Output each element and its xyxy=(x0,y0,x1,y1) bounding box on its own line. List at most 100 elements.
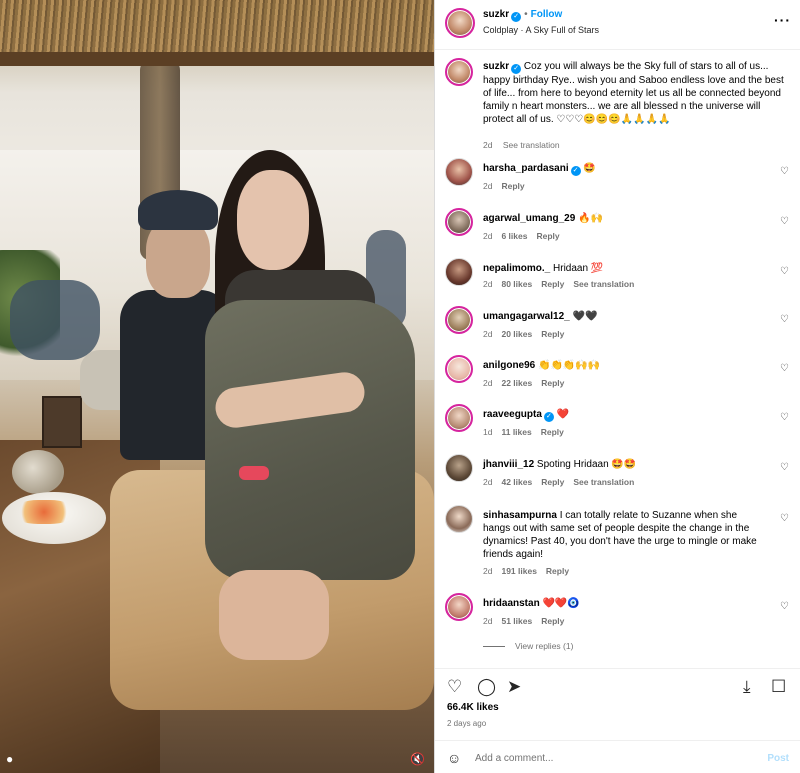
comment-time: 2d xyxy=(483,566,493,576)
audio-muted-icon[interactable]: 🔇 xyxy=(410,752,426,768)
comment-likes[interactable]: 191 likes xyxy=(501,566,536,576)
commenter-username[interactable]: agarwal_umang_29 xyxy=(483,213,575,224)
caption-time: 2d xyxy=(483,140,493,150)
commenter-avatar[interactable] xyxy=(445,208,473,236)
author-username[interactable]: suzkr xyxy=(483,9,509,20)
verified-badge-icon: ✓ xyxy=(511,12,522,22)
comment-time: 2d xyxy=(483,477,493,487)
caption-username[interactable]: suzkr xyxy=(483,61,509,72)
comment-text: 🤩 xyxy=(583,163,596,174)
author-line: suzkr ✓ • Follow xyxy=(483,9,562,22)
caption-avatar[interactable] xyxy=(445,58,473,86)
verified-badge-icon: ✓ xyxy=(511,64,522,74)
like-comment-heart-icon[interactable]: ♡ xyxy=(780,314,789,325)
like-comment-heart-icon[interactable]: ♡ xyxy=(780,266,789,277)
post-header: suzkr ✓ • Follow Coldplay · A Sky Full of S… xyxy=(435,0,800,50)
comment-text: 🔥🙌 xyxy=(578,213,603,224)
like-comment-heart-icon[interactable]: ♡ xyxy=(780,462,789,473)
see-translation-button[interactable]: See translation xyxy=(573,279,634,289)
comment-text: 👏👏👏🙌🙌 xyxy=(538,360,601,371)
separator-dot: • xyxy=(524,9,528,20)
post-photo[interactable]: ● 🔇 xyxy=(0,0,434,773)
reply-button[interactable]: Reply xyxy=(546,566,569,576)
photo-thatch-roof xyxy=(0,0,434,58)
reply-button[interactable]: Reply xyxy=(541,279,564,289)
reply-button[interactable]: Reply xyxy=(541,427,564,437)
heart-icon[interactable]: ♡ xyxy=(447,677,462,697)
commenter-username[interactable]: anilgone96 xyxy=(483,360,535,371)
post-side-panel: suzkr ✓ • Follow Coldplay · A Sky Full of S… xyxy=(434,0,800,773)
photo-woman xyxy=(195,150,425,670)
comment-text: 🖤🖤 xyxy=(572,311,598,322)
commenter-username[interactable]: nepalimomo._ xyxy=(483,263,550,274)
comment-likes[interactable]: 80 likes xyxy=(501,279,532,289)
commenter-avatar[interactable] xyxy=(445,505,473,533)
comment-text: ❤️❤️🧿 xyxy=(542,598,580,609)
comment-likes[interactable]: 51 likes xyxy=(501,616,532,626)
reply-button[interactable]: Reply xyxy=(536,231,559,241)
commenter-avatar[interactable] xyxy=(445,593,473,621)
reply-button[interactable]: Reply xyxy=(501,181,524,191)
share-send-icon[interactable]: ➤ xyxy=(507,677,521,697)
reply-button[interactable]: Reply xyxy=(541,329,564,339)
commenter-username[interactable]: hridaanstan xyxy=(483,598,540,609)
follow-button[interactable]: Follow xyxy=(531,9,563,20)
comment-likes[interactable]: 22 likes xyxy=(501,378,532,388)
commenter-username[interactable]: jhanviii_12 xyxy=(483,459,534,470)
comment-likes[interactable]: 20 likes xyxy=(501,329,532,339)
comment-likes[interactable]: 11 likes xyxy=(501,427,531,437)
commenter-avatar[interactable] xyxy=(445,158,473,186)
commenter-username[interactable]: raaveegupta xyxy=(483,409,542,420)
comment-time: 2d xyxy=(483,181,493,191)
reply-button[interactable]: Reply xyxy=(541,378,564,388)
like-comment-heart-icon[interactable]: ♡ xyxy=(780,601,789,612)
save-bookmark-icon[interactable]: ☐ xyxy=(771,677,786,697)
likes-count[interactable]: 66.4K likes xyxy=(447,702,499,713)
view-replies-button[interactable]: View replies (1) xyxy=(483,641,573,651)
comment-text: ❤️ xyxy=(556,409,570,420)
music-track-link[interactable]: Coldplay · A Sky Full of Stars xyxy=(483,25,599,35)
user-tag-icon[interactable]: ● xyxy=(6,752,20,766)
comment-likes[interactable]: 6 likes xyxy=(501,231,527,241)
commenter-avatar[interactable] xyxy=(445,355,473,383)
see-translation-button[interactable]: See translation xyxy=(573,477,634,487)
commenter-avatar[interactable] xyxy=(445,404,473,432)
comment-time: 2d xyxy=(483,616,493,626)
reply-button[interactable]: Reply xyxy=(541,477,564,487)
comment-composer: ☺ Post xyxy=(435,740,800,773)
like-comment-heart-icon[interactable]: ♡ xyxy=(780,363,789,374)
emoji-picker-icon[interactable]: ☺ xyxy=(447,750,461,766)
like-comment-heart-icon[interactable]: ♡ xyxy=(780,412,789,423)
see-translation-button[interactable]: See translation xyxy=(503,140,560,150)
comment-time: 2d xyxy=(483,279,493,289)
comment-input[interactable] xyxy=(475,749,745,767)
comments-list[interactable]: suzkr ✓ Coz you will always be the Sky fu… xyxy=(435,50,800,670)
comment-time: 2d xyxy=(483,231,493,241)
reply-button[interactable]: Reply xyxy=(541,616,564,626)
view-replies-label: View replies (1) xyxy=(515,641,574,651)
more-options-icon[interactable]: ··· xyxy=(774,12,791,28)
commenter-avatar[interactable] xyxy=(445,454,473,482)
replies-divider-line xyxy=(483,646,505,648)
caption-text: Coz you will always be the Sky full of s… xyxy=(483,61,784,125)
author-avatar[interactable] xyxy=(445,8,475,38)
commenter-avatar[interactable] xyxy=(445,306,473,334)
like-comment-heart-icon[interactable]: ♡ xyxy=(780,166,789,177)
commenter-username[interactable]: sinhasampurna xyxy=(483,510,557,521)
commenter-username[interactable]: harsha_pardasani xyxy=(483,163,569,174)
photo-coconut xyxy=(12,450,64,494)
download-icon[interactable]: ⤓ xyxy=(743,677,751,697)
post-timestamp: 2 days ago xyxy=(447,719,487,728)
comment-time: 2d xyxy=(483,378,493,388)
comment-likes[interactable]: 42 likes xyxy=(501,477,532,487)
photo-menu-card xyxy=(42,396,82,448)
photo-roof-beam xyxy=(0,52,434,66)
post-comment-button[interactable]: Post xyxy=(767,753,789,764)
verified-badge-icon: ✓ xyxy=(570,166,581,176)
like-comment-heart-icon[interactable]: ♡ xyxy=(780,216,789,227)
commenter-avatar[interactable] xyxy=(445,258,473,286)
commenter-username[interactable]: umangagarwal12_ xyxy=(483,311,570,322)
comment-text: Hridaan 💯 xyxy=(553,263,604,274)
comment-bubble-icon[interactable]: ◯ xyxy=(477,677,496,697)
like-comment-heart-icon[interactable]: ♡ xyxy=(780,513,789,524)
